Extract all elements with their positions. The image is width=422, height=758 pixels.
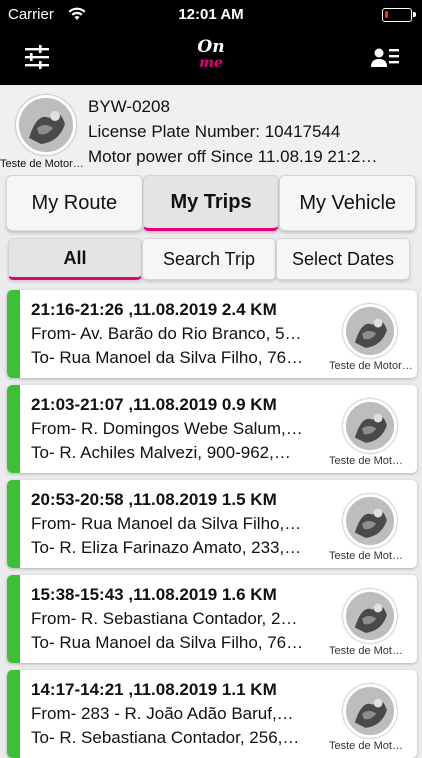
app-logo: On me: [186, 38, 236, 78]
trip-to: To- Rua Manoel da Silva Filho, 76…: [31, 348, 304, 367]
avatar: [343, 589, 397, 643]
vehicle-owner-caption: Teste de Motor…: [0, 158, 84, 170]
trip-from: From- R. Sebastiana Contador, 2…: [31, 609, 298, 628]
battery-icon: [382, 8, 416, 22]
trip-card[interactable]: 14:17-14:21 ,11.08.2019 1.1 KM From- 283…: [7, 670, 417, 758]
driver-caption: Teste de Mot…: [329, 455, 403, 467]
trip-time-distance: 14:17-14:21 ,11.08.2019 1.1 KM: [31, 680, 277, 699]
logo-on: On: [197, 37, 225, 57]
trip-card[interactable]: 15:38-15:43 ,11.08.2019 1.6 KM From- R. …: [7, 575, 417, 663]
trip-card[interactable]: 21:16-21:26 ,11.08.2019 2.4 KM From- Av.…: [7, 290, 417, 378]
tab-my-vehicle[interactable]: My Vehicle: [279, 175, 417, 231]
main-tabs: My Route My Trips My Vehicle: [6, 175, 417, 235]
driver-caption: Teste de Mot…: [329, 740, 403, 752]
trip-card[interactable]: 20:53-20:58 ,11.08.2019 1.5 KM From- Rua…: [7, 480, 417, 568]
trip-status-bar: [7, 575, 20, 663]
trip-to: To- R. Achiles Malvezi, 900-962,…: [31, 443, 291, 462]
tab-my-route[interactable]: My Route: [6, 175, 143, 231]
contact-card-icon[interactable]: [370, 43, 400, 71]
trip-filter-tabs: All Search Trip Select Dates: [8, 238, 410, 282]
trip-to: To- R. Eliza Farinazo Amato, 233,…: [31, 538, 302, 557]
trip-time-distance: 21:03-21:07 ,11.08.2019 0.9 KM: [31, 395, 277, 414]
trip-card[interactable]: 21:03-21:07 ,11.08.2019 0.9 KM From- R. …: [7, 385, 417, 473]
trip-status-bar: [7, 385, 20, 473]
trip-status-bar: [7, 290, 20, 378]
trip-from: From- Rua Manoel da Silva Filho,…: [31, 514, 302, 533]
subtab-all[interactable]: All: [8, 238, 142, 280]
status-bar: Carrier 12:01 AM: [0, 0, 422, 30]
trip-time-distance: 20:53-20:58 ,11.08.2019 1.5 KM: [31, 490, 277, 509]
sliders-icon[interactable]: [22, 42, 52, 72]
trip-to: To- R. Sebastiana Contador, 256,…: [31, 728, 300, 747]
avatar: [343, 494, 397, 548]
tab-my-trips[interactable]: My Trips: [142, 175, 280, 231]
driver-caption: Teste de Mot…: [329, 550, 403, 562]
trip-time-distance: 15:38-15:43 ,11.08.2019 1.6 KM: [31, 585, 277, 604]
motor-power-status: Motor power off Since 11.08.19 21:2…: [88, 147, 378, 166]
driver-caption: Teste de Mot…: [329, 645, 403, 657]
logo-me: me: [199, 55, 223, 71]
trip-time-distance: 21:16-21:26 ,11.08.2019 2.4 KM: [31, 300, 277, 319]
clock: 12:01 AM: [178, 6, 244, 23]
avatar: [343, 304, 397, 358]
vehicle-plate: BYW-0208: [88, 97, 170, 116]
driver-caption: Teste de Motor…: [329, 360, 413, 372]
avatar: [16, 95, 76, 155]
trip-to: To- Rua Manoel da Silva Filho, 76…: [31, 633, 304, 652]
trip-status-bar: [7, 670, 20, 758]
avatar: [343, 684, 397, 738]
top-navbar: On me: [0, 30, 422, 85]
avatar: [343, 399, 397, 453]
trip-status-bar: [7, 480, 20, 568]
trip-from: From- Av. Barão do Rio Branco, 5…: [31, 324, 302, 343]
trip-from: From- R. Domingos Webe Salum,…: [31, 419, 303, 438]
trip-from: From- 283 - R. João Adão Baruf,…: [31, 704, 294, 723]
vehicle-avatar-block[interactable]: Teste de Motor…: [0, 93, 92, 173]
subtab-search-trip[interactable]: Search Trip: [142, 238, 276, 280]
vehicle-summary: Teste de Motor… BYW-0208 License Plate N…: [0, 85, 422, 175]
subtab-select-dates[interactable]: Select Dates: [276, 238, 410, 280]
license-plate-number: License Plate Number: 10417544: [88, 122, 341, 141]
